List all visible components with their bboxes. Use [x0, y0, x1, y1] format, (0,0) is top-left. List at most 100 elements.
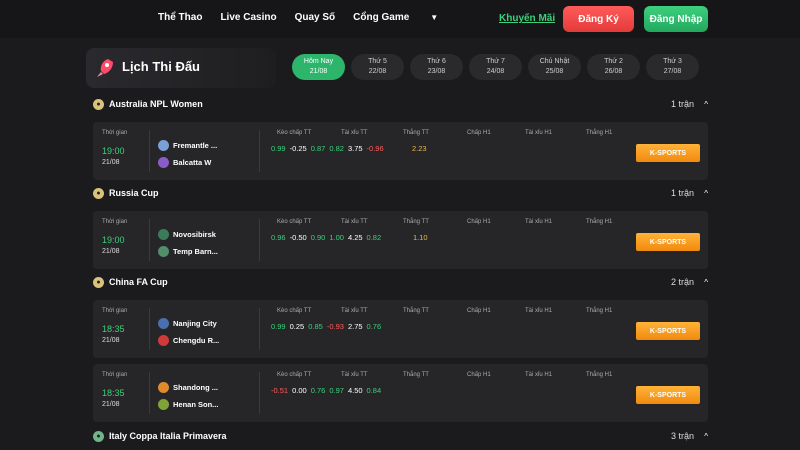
match-date: 21/08	[102, 248, 120, 255]
col-win-h1: Thắng H1	[586, 130, 613, 136]
divider	[149, 308, 150, 350]
col-overunder-h1: Tài xỉu H1	[525, 219, 553, 225]
odd-value[interactable]: -0.96	[367, 144, 384, 153]
date-tab-day: Thứ 7	[486, 58, 505, 65]
k-sports-button[interactable]: K-SPORTS	[636, 386, 700, 404]
chevron-down-icon: ▼	[430, 13, 439, 22]
date-tab-thu[interactable]: Thứ 5 22/08	[351, 54, 404, 80]
col-handicap: Kèo chấp TT	[277, 130, 312, 136]
time-label: Thời gian	[102, 130, 128, 136]
odd-value[interactable]: 0.84	[367, 386, 382, 395]
odd-line: 0.00	[292, 386, 307, 395]
nav-item-sports[interactable]: Thể Thao	[158, 12, 202, 23]
win-odd[interactable]: 2.23	[412, 144, 427, 153]
team-logo-icon	[158, 246, 169, 257]
divider	[259, 130, 260, 172]
date-tab-day: Chủ Nhật	[539, 58, 570, 65]
away-team: Balcatta W	[158, 157, 211, 168]
login-button[interactable]: Đăng Nhập	[644, 6, 708, 32]
k-sports-button[interactable]: K-SPORTS	[636, 144, 700, 162]
league-header[interactable]: ● Italy Coppa Italia Primavera 3 trận ^	[93, 428, 708, 444]
team-logo-icon	[158, 399, 169, 410]
home-team: Novosibirsk	[158, 229, 216, 240]
col-overunder: Tài xỉu TT	[341, 308, 368, 314]
team-name: Chengdu R...	[173, 336, 220, 345]
divider	[259, 372, 260, 414]
main-nav: Thể Thao Live Casino Quay Số Cổng Game ▼	[158, 12, 474, 23]
date-tab-day: Thứ 3	[663, 58, 682, 65]
date-tab-date: 21/08	[309, 68, 328, 75]
league-header[interactable]: ● China FA Cup 2 trận ^	[93, 274, 708, 290]
chevron-up-icon[interactable]: ^	[704, 278, 708, 287]
odd-value[interactable]: 0.99	[271, 322, 286, 331]
odd-line: 0.25	[289, 322, 305, 331]
date-tab-sat[interactable]: Thứ 7 24/08	[469, 54, 522, 80]
odd-value[interactable]: 0.76	[311, 386, 326, 395]
date-tab-date: 26/08	[604, 68, 623, 75]
col-win: Thắng TT	[403, 308, 429, 314]
match-count: 1 trận	[670, 188, 694, 198]
match-time: 19:00	[102, 146, 125, 156]
col-overunder-h1: Tài xỉu H1	[525, 372, 553, 378]
odd-value[interactable]: 0.90	[311, 233, 326, 242]
odd-line: 4.25	[347, 233, 363, 242]
date-tab-fri[interactable]: Thứ 6 23/08	[410, 54, 463, 80]
page-title-card: Lịch Thi Đấu	[86, 48, 276, 88]
odd-value[interactable]: 1.00	[329, 233, 344, 242]
register-button[interactable]: Đăng Ký	[563, 6, 634, 32]
time-label: Thời gian	[102, 219, 128, 225]
match-count: 2 trận	[670, 277, 694, 287]
col-overunder: Tài xỉu TT	[341, 372, 368, 378]
date-selector: Hôm Nay 21/08 Thứ 5 22/08 Thứ 6 23/08 Thứ 7…	[292, 54, 699, 80]
col-handicap: Kèo chấp TT	[277, 372, 312, 378]
odd-value[interactable]: -0.51	[271, 386, 288, 395]
time-label: Thời gian	[102, 308, 128, 314]
match-row: Thời gian 18:35 21/08 Nanjing City Cheng…	[93, 300, 708, 358]
match-time: 18:35	[102, 324, 125, 334]
k-sports-button[interactable]: K-SPORTS	[636, 322, 700, 340]
k-sports-button[interactable]: K-SPORTS	[636, 233, 700, 251]
col-win-h1: Thắng H1	[586, 372, 613, 378]
nav-item-game-portal[interactable]: Cổng Game ▼	[353, 12, 456, 23]
odd-value[interactable]: 0.85	[308, 322, 323, 331]
league-name: China FA Cup	[109, 277, 168, 287]
odd-value[interactable]: 0.97	[329, 386, 344, 395]
col-overunder-h1: Tài xỉu H1	[525, 308, 553, 314]
chevron-up-icon[interactable]: ^	[704, 189, 708, 198]
time-label: Thời gian	[102, 372, 128, 378]
page-title: Lịch Thi Đấu	[122, 59, 200, 74]
odd-value[interactable]: 0.82	[329, 144, 344, 153]
team-name: Shandong ...	[173, 383, 218, 392]
date-tab-date: 23/08	[427, 68, 446, 75]
win-odd[interactable]: 1.10	[413, 233, 428, 242]
date-tab-sun[interactable]: Chủ Nhật 25/08	[528, 54, 581, 80]
col-overunder: Tài xỉu TT	[341, 130, 368, 136]
odd-value[interactable]: 0.99	[271, 144, 286, 153]
promotions-link[interactable]: Khuyến Mãi	[499, 13, 555, 24]
nav-item-live-casino[interactable]: Live Casino	[220, 12, 276, 23]
match-count: 1 trận	[670, 99, 694, 109]
odd-value[interactable]: 0.96	[271, 233, 286, 242]
home-team: Shandong ...	[158, 382, 218, 393]
odd-value[interactable]: 0.82	[367, 233, 382, 242]
divider	[149, 219, 150, 261]
col-overunder-h1: Tài xỉu H1	[525, 130, 553, 136]
chevron-up-icon[interactable]: ^	[704, 432, 708, 441]
date-tab-today[interactable]: Hôm Nay 21/08	[292, 54, 345, 80]
date-tab-tue[interactable]: Thứ 3 27/08	[646, 54, 699, 80]
col-win: Thắng TT	[403, 130, 429, 136]
nav-item-lottery[interactable]: Quay Số	[295, 12, 336, 23]
odd-value[interactable]: -0.93	[327, 322, 344, 331]
league-header[interactable]: ● Australia NPL Women 1 trận ^	[93, 96, 708, 112]
team-logo-icon	[158, 335, 169, 346]
odd-value[interactable]: 0.76	[367, 322, 382, 331]
odds-group: 0.99 0.25 0.85 -0.93 2.75 0.76	[271, 322, 381, 331]
match-count: 3 trận	[670, 431, 694, 441]
team-logo-icon	[158, 140, 169, 151]
odd-value[interactable]: 0.87	[311, 144, 326, 153]
away-team: Temp Barn...	[158, 246, 218, 257]
col-handicap: Kèo chấp TT	[277, 219, 312, 225]
chevron-up-icon[interactable]: ^	[704, 100, 708, 109]
date-tab-mon[interactable]: Thứ 2 26/08	[587, 54, 640, 80]
league-header[interactable]: ● Russia Cup 1 trận ^	[93, 185, 708, 201]
